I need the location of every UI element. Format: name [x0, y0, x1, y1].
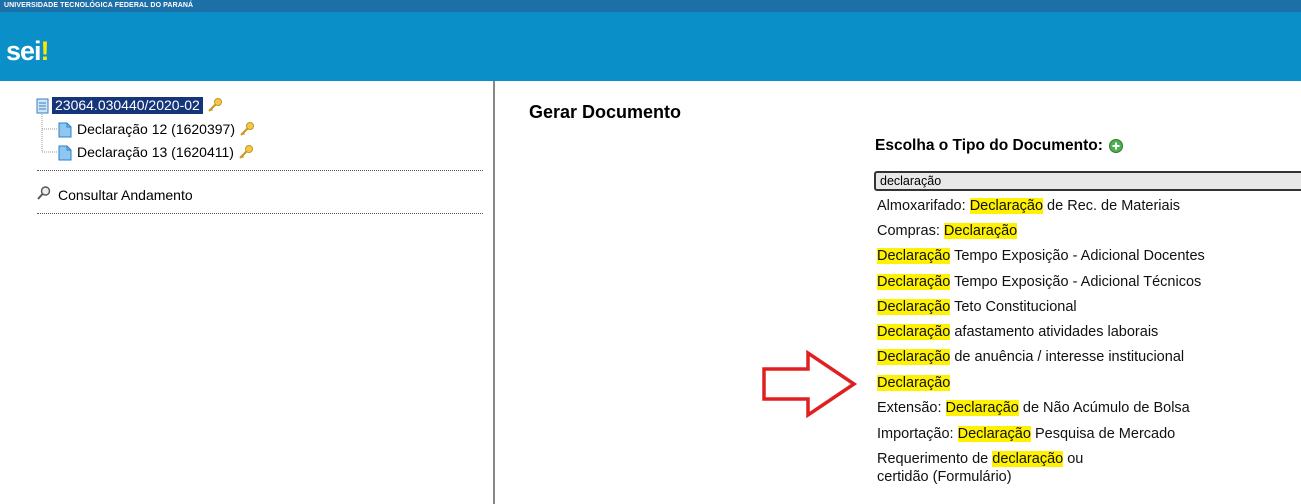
tree-connectors: [41, 114, 58, 153]
option-highlight: Declaração: [877, 324, 951, 340]
option-prefix: Almoxarifado:: [877, 198, 970, 214]
arrow-icon: [762, 349, 858, 419]
option-prefix: Importação:: [877, 426, 958, 442]
document-type-option[interactable]: Importação: Declaração Pesquisa de Merca…: [877, 425, 1175, 443]
document-type-option[interactable]: Declaração Tempo Exposição - Adicional T…: [877, 273, 1201, 291]
document-type-option[interactable]: Extensão: Declaração de Não Acúmulo de B…: [877, 399, 1190, 417]
tree-item-label[interactable]: Declaração 12 (1620397): [77, 121, 235, 137]
option-highlight: Declaração: [877, 375, 951, 391]
option-highlight: Declaração: [943, 223, 1018, 239]
option-highlight: Declaração: [877, 274, 951, 290]
option-suffix: Teto Constitucional: [950, 299, 1077, 315]
plus-icon[interactable]: [1108, 139, 1123, 153]
process-number[interactable]: 23064.030440/2020-02: [52, 96, 203, 114]
process-icon: [36, 98, 49, 113]
document-type-option[interactable]: Declaração: [877, 374, 951, 392]
consultar-andamento-label[interactable]: Consultar Andamento: [58, 187, 193, 203]
option-suffix: de Rec. de Materiais: [1043, 198, 1181, 214]
option-prefix: Requerimento de: [877, 451, 993, 467]
option-suffix: afastamento atividades laborais: [950, 324, 1159, 340]
brand-bar: sei!: [0, 12, 1301, 81]
option-suffix: de Não Acúmulo de Bolsa: [1018, 400, 1190, 416]
option-highlight: Declaração: [969, 198, 1044, 214]
document-type-option[interactable]: Declaração afastamento atividades labora…: [877, 323, 1158, 341]
option-prefix: Compras:: [877, 223, 944, 239]
logo-mark: !: [40, 36, 50, 66]
document-icon: [58, 122, 72, 137]
option-suffix: Tempo Exposição - Adicional Técnicos: [950, 274, 1202, 290]
document-type-option[interactable]: Almoxarifado: Declaração de Rec. de Mate…: [877, 197, 1180, 215]
key-icon[interactable]: [238, 144, 254, 160]
option-suffix: ou: [1063, 451, 1084, 467]
sei-logo[interactable]: sei!: [6, 36, 50, 67]
tree-item-declaracao-12[interactable]: Declaração 12 (1620397): [58, 120, 255, 138]
process-node[interactable]: 23064.030440/2020-02: [36, 96, 223, 114]
option-highlight: Declaração: [957, 426, 1031, 442]
document-type-option[interactable]: Declaração Teto Constitucional: [877, 298, 1077, 316]
separator: [37, 170, 483, 171]
institution-name: UNIVERSIDADE TECNOLÓGICA FEDERAL DO PARA…: [4, 2, 194, 9]
option-highlight: Declaração: [877, 248, 951, 264]
option-highlight: Declaração: [945, 400, 1019, 416]
document-type-filter-input[interactable]: [874, 171, 1301, 191]
key-icon[interactable]: [239, 121, 255, 137]
option-suffix: Pesquisa de Mercado: [1030, 426, 1176, 442]
option-highlight: Declaração: [877, 299, 951, 315]
document-type-option[interactable]: Compras: Declaração: [877, 222, 1018, 240]
top-bar: UNIVERSIDADE TECNOLÓGICA FEDERAL DO PARA…: [0, 0, 1301, 12]
key-icon[interactable]: [207, 97, 223, 113]
option-prefix: Extensão:: [877, 400, 946, 416]
tree-item-label[interactable]: Declaração 13 (1620411): [77, 144, 234, 160]
magnifier-icon: [36, 185, 52, 204]
page-title: Gerar Documento: [529, 102, 682, 122]
option-highlight: declaração: [992, 451, 1064, 467]
document-icon: [58, 145, 72, 160]
logo-text: sei: [6, 36, 42, 66]
option-suffix: de anuência / interesse institucional: [950, 349, 1185, 365]
tree-item-declaracao-13[interactable]: Declaração 13 (1620411): [58, 143, 254, 161]
document-type-option-continuation[interactable]: certidão (Formulário): [877, 468, 1012, 486]
document-type-option[interactable]: Requerimento de declaração ou: [877, 450, 1083, 468]
choose-type-label: Escolha o Tipo do Documento:: [875, 137, 1103, 154]
document-type-option[interactable]: Declaração de anuência / interesse insti…: [877, 348, 1184, 366]
consultar-andamento-link[interactable]: Consultar Andamento: [36, 185, 193, 204]
pane-divider[interactable]: [493, 81, 495, 504]
document-type-option[interactable]: Declaração Tempo Exposição - Adicional D…: [877, 247, 1205, 265]
option-highlight: Declaração: [877, 349, 951, 365]
choose-type-heading: Escolha o Tipo do Documento:: [875, 137, 1123, 155]
separator: [37, 213, 483, 214]
option-suffix: Tempo Exposição - Adicional Docentes: [950, 248, 1205, 264]
